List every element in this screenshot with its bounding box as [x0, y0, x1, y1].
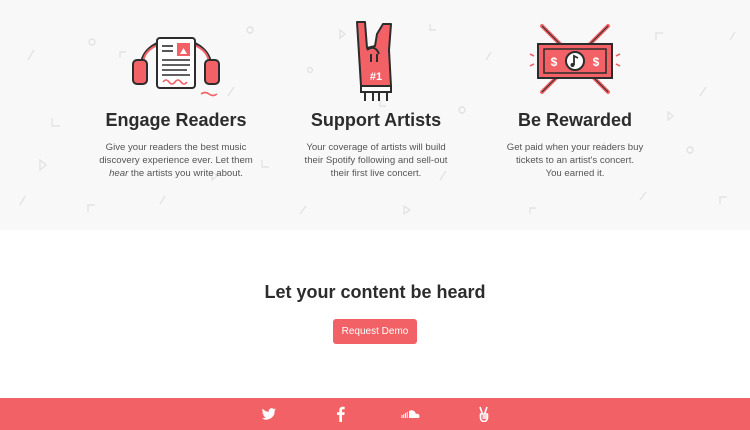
footer: [0, 398, 750, 430]
feature-be-rewarded: $ $ Be Rewarded Get paid when your reade…: [465, 10, 685, 180]
soundcloud-icon[interactable]: [401, 406, 420, 422]
feature-title: Be Rewarded: [517, 110, 633, 130]
feature-title: Engage Readers: [105, 110, 247, 130]
cta-heading: Let your content be heard: [264, 282, 486, 302]
feature-support-artists: #1 Support Artists Your coverage of arti…: [266, 10, 486, 180]
cash-drumsticks-icon: $ $: [529, 24, 621, 94]
features-section: Engage Readers Give your readers the bes…: [0, 0, 750, 230]
request-demo-button[interactable]: Request Demo: [332, 319, 418, 344]
svg-text:#1: #1: [370, 71, 382, 83]
feature-description: Your coverage of artists will build thei…: [304, 142, 448, 179]
facebook-icon[interactable]: [333, 406, 349, 422]
foam-finger-icon: #1: [356, 21, 392, 101]
feature-description: Give your readers the best music discove…: [99, 142, 253, 179]
svg-text:$: $: [551, 55, 558, 69]
headphones-reader-icon: [132, 37, 220, 97]
cta-section: Let your content be heard Request Demo: [0, 230, 750, 398]
feature-description: Get paid when your readers buy tickets t…: [506, 142, 644, 179]
feature-engage-readers: Engage Readers Give your readers the bes…: [66, 10, 286, 180]
svg-text:$: $: [593, 55, 600, 69]
feature-title: Support Artists: [310, 110, 442, 130]
peace-hand-icon[interactable]: [476, 406, 492, 423]
twitter-icon[interactable]: [261, 406, 277, 422]
